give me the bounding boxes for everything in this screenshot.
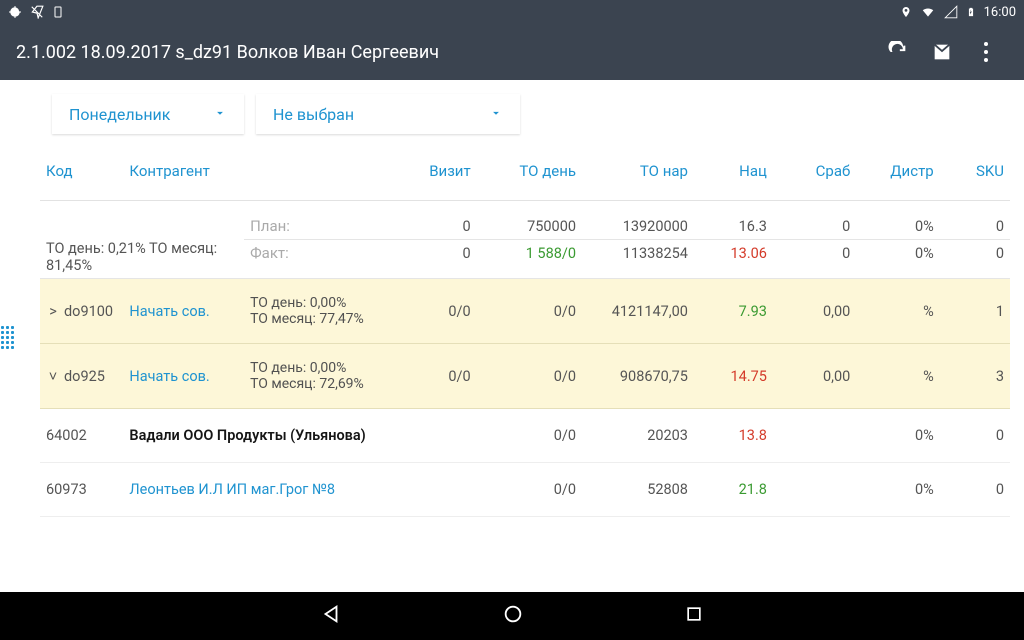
fact-sku: 0 (940, 240, 1010, 279)
col-code[interactable]: Код (40, 144, 123, 201)
summary-to-line: ТО день: 0,21% ТО месяц: 81,45% (46, 240, 217, 274)
group-row[interactable]: ˅do925 Начать сов. ТО день: 0,00% ТО месяц… (40, 344, 1010, 409)
fact-today: 1 588/0 (477, 240, 582, 279)
day-dropdown[interactable]: Понедельник (52, 94, 244, 134)
cell-nats: 21.8 (694, 463, 773, 517)
data-table: Код Контрагент Визит ТО день ТО нар Нац … (40, 144, 1010, 517)
filter-dropdown[interactable]: Не выбран (256, 94, 520, 134)
row-code: 60973 (40, 463, 123, 517)
cell-visit: 0/0 (398, 279, 477, 344)
group-stats: ТО день: 0,00% ТО месяц: 77,47% (244, 279, 398, 344)
row-name[interactable]: Леонтьев И.Л ИП маг.Грог №8 (129, 481, 335, 498)
group-code: do925 (64, 368, 105, 385)
col-distr[interactable]: Дистр (856, 144, 939, 201)
android-status-bar: 16:00 (0, 0, 1024, 24)
plan-tonar: 13920000 (582, 201, 694, 240)
col-blank (244, 144, 398, 201)
col-nats[interactable]: Нац (694, 144, 773, 201)
battery-charge-icon (966, 5, 976, 19)
start-link[interactable]: Начать сов. (129, 303, 209, 320)
cell-nats: 13.8 (694, 409, 773, 463)
cell-visit (398, 463, 477, 517)
row-name: Вадали ООО Продукты (Ульянова) (129, 427, 365, 444)
cell-today: 0/0 (477, 344, 582, 409)
back-button[interactable] (320, 603, 342, 629)
gps-icon (8, 5, 22, 19)
plan-today: 750000 (477, 201, 582, 240)
group-code: do9100 (64, 303, 113, 320)
cell-tonar: 20203 (582, 409, 694, 463)
fact-nats: 13.06 (694, 240, 773, 279)
row-code: 64002 (40, 409, 123, 463)
no-location-icon (30, 5, 44, 19)
table-row[interactable]: 64002 Вадали ООО Продукты (Ульянова) 0/020… (40, 409, 1010, 463)
chevron-down-icon (489, 105, 503, 124)
plan-label: План: (244, 201, 398, 240)
plan-sku: 0 (940, 201, 1010, 240)
fact-srab: 0 (773, 240, 856, 279)
cell-srab (773, 463, 856, 517)
home-button[interactable] (502, 603, 524, 629)
refresh-button[interactable] (876, 41, 920, 63)
plan-srab: 0 (773, 201, 856, 240)
cell-sku: 0 (940, 409, 1010, 463)
cell-distr: 0% (856, 463, 939, 517)
cell-today: 0/0 (477, 409, 582, 463)
col-srab[interactable]: Сраб (773, 144, 856, 201)
chevron-down-icon (213, 105, 227, 124)
cell-distr: % (856, 344, 939, 409)
cell-visit: 0/0 (398, 344, 477, 409)
plan-distr: 0% (856, 201, 939, 240)
cell-sku: 0 (940, 463, 1010, 517)
filter-bar: Понедельник Не выбран (0, 80, 1024, 144)
group-row[interactable]: >do9100 Начать сов. ТО день: 0,00% ТО меся… (40, 279, 1010, 344)
android-nav-bar (0, 592, 1024, 640)
start-link[interactable]: Начать сов. (129, 368, 209, 385)
cell-distr: % (856, 279, 939, 344)
cell-sku: 1 (940, 279, 1010, 344)
plan-visit: 0 (398, 201, 477, 240)
cell-distr: 0% (856, 409, 939, 463)
table-header: Код Контрагент Визит ТО день ТО нар Нац … (40, 144, 1010, 201)
overflow-menu-button[interactable] (964, 41, 1008, 63)
cell-srab: 0,00 (773, 344, 856, 409)
col-visit[interactable]: Визит (398, 144, 477, 201)
cell-nats: 7.93 (694, 279, 773, 344)
fact-visit: 0 (398, 240, 477, 279)
cell-srab (773, 409, 856, 463)
col-sku[interactable]: SKU (940, 144, 1010, 201)
mail-button[interactable] (920, 41, 964, 63)
signal-icon (944, 5, 958, 19)
col-contr[interactable]: Контрагент (123, 144, 244, 201)
cell-nats: 14.75 (694, 344, 773, 409)
cell-visit (398, 409, 477, 463)
cell-tonar: 908670,75 (582, 344, 694, 409)
filter-dropdown-label: Не выбран (273, 105, 354, 124)
plan-nats: 16.3 (694, 201, 773, 240)
col-today[interactable]: ТО день (477, 144, 582, 201)
cell-today: 0/0 (477, 463, 582, 517)
location-pin-icon (900, 5, 912, 19)
group-stats: ТО день: 0,00% ТО месяц: 72,69% (244, 344, 398, 409)
fact-tonar: 11338254 (582, 240, 694, 279)
expand-icon[interactable]: ˅ (46, 368, 60, 385)
page-title: 2.1.002 18.09.2017 s_dz91 Волков Иван Се… (16, 42, 876, 63)
day-dropdown-label: Понедельник (69, 105, 170, 124)
cell-sku: 3 (940, 344, 1010, 409)
tablet-icon (52, 5, 64, 19)
cell-srab: 0,00 (773, 279, 856, 344)
fact-distr: 0% (856, 240, 939, 279)
fact-label: Факт: (244, 240, 398, 279)
summary-plan-row: ТО день: 0,21% ТО месяц: 81,45% План: 0 … (40, 201, 1010, 240)
cell-tonar: 4121147,00 (582, 279, 694, 344)
app-bar: 2.1.002 18.09.2017 s_dz91 Волков Иван Се… (0, 24, 1024, 80)
table-row[interactable]: 60973 Леонтьев И.Л ИП маг.Грог №8 0/052808… (40, 463, 1010, 517)
clock-time: 16:00 (984, 5, 1016, 20)
col-tonar[interactable]: ТО нар (582, 144, 694, 201)
recent-button[interactable] (684, 604, 704, 628)
cell-tonar: 52808 (582, 463, 694, 517)
wifi-icon (920, 5, 936, 19)
expand-icon[interactable]: > (46, 303, 60, 320)
cell-today: 0/0 (477, 279, 582, 344)
